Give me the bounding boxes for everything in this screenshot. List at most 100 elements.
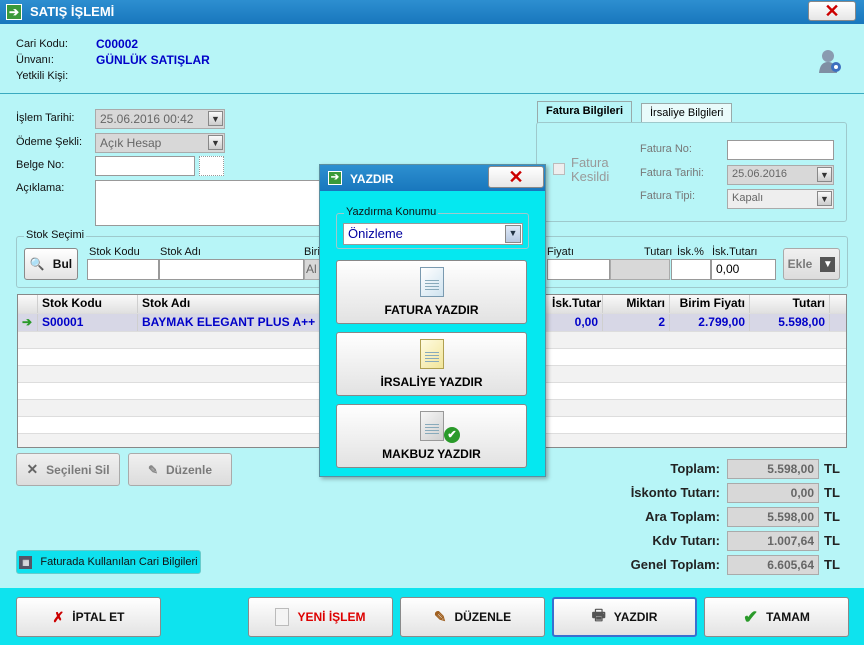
row-arrow-icon: ➔: [18, 314, 38, 331]
currency-label: TL: [824, 557, 840, 572]
cari-bilgileri-button[interactable]: ▦ Faturada Kullanılan Cari Bilgileri: [16, 550, 201, 574]
dialog-title: YAZDIR: [350, 172, 394, 186]
ekle-button[interactable]: Ekle ▼: [783, 248, 840, 280]
birim-select[interactable]: Al: [304, 259, 320, 280]
tab-fatura-bilgileri[interactable]: Fatura Bilgileri: [537, 101, 633, 123]
belge-label: Belge No:: [16, 159, 65, 171]
tutari-field: [610, 259, 670, 280]
fatura-no-label: Fatura No:: [640, 143, 692, 155]
fiyati-label: Fiyatı: [547, 246, 574, 258]
user-icon[interactable]: [818, 48, 842, 74]
fiyati-field[interactable]: [547, 259, 610, 280]
genel-toplam-label: Genel Toplam:: [630, 557, 720, 572]
belge-no-field[interactable]: [95, 156, 195, 176]
stok-kodu-label: Stok Kodu: [89, 246, 140, 258]
iskonto-value: 0,00: [727, 483, 819, 503]
fatura-kesildi-label: Fatura Kesildi: [571, 155, 610, 184]
islem-tarihi-value: 25.06.2016 00:42: [100, 112, 194, 126]
odeme-value: Açık Hesap: [100, 136, 162, 150]
arrow-down-icon: ▼: [820, 256, 836, 272]
col-header-miktari[interactable]: Miktarı: [603, 295, 670, 313]
stok-adi-field[interactable]: [159, 259, 304, 280]
chevron-down-icon[interactable]: ▼: [208, 111, 223, 126]
window-titlebar: ➔ SATIŞ İŞLEMİ: [0, 0, 864, 24]
cell-tutari[interactable]: 5.598,00: [750, 314, 830, 331]
chevron-down-icon[interactable]: ▼: [817, 191, 832, 206]
chevron-down-icon[interactable]: ▼: [208, 135, 223, 150]
unvan-value: GÜNLÜK SATIŞLAR: [96, 53, 210, 67]
yazdir-button[interactable]: 🖶 YAZDIR: [552, 597, 697, 637]
iptal-label: İPTAL ET: [72, 610, 125, 624]
fatura-yazdir-button[interactable]: FATURA YAZDIR: [336, 260, 527, 324]
isk-tutari-field[interactable]: 0,00: [711, 259, 776, 280]
duzenle-row-button[interactable]: ✎ Düzenle: [128, 453, 232, 486]
col-header-tutari[interactable]: Tutarı: [750, 295, 830, 313]
col-header-stok-adi[interactable]: Stok Adı: [138, 295, 320, 313]
kdv-value: 1.007,64: [727, 531, 819, 551]
genel-toplam-value: 6.605,64: [727, 555, 819, 575]
fatura-kesildi-checkbox[interactable]: [553, 163, 565, 175]
odeme-select[interactable]: Açık Hesap ▼: [95, 133, 225, 153]
fatura-no-field[interactable]: [727, 140, 834, 160]
yazdir-dialog: ➔ YAZDIR ✕ Yazdırma Konumu Önizleme ▼ FA…: [319, 164, 546, 477]
yetkili-label: Yetkili Kişi:: [16, 70, 69, 82]
x-icon: ✕: [26, 461, 39, 477]
cancel-doc-icon: ✗: [52, 608, 65, 625]
konum-value: Önizleme: [348, 226, 403, 241]
fatura-tipi-value: Kapalı: [732, 192, 764, 204]
waybill-doc-icon: [419, 339, 444, 369]
cell-miktari[interactable]: 2: [603, 314, 670, 331]
bul-label: Bul: [52, 257, 73, 271]
unvan-label: Ünvanı:: [16, 54, 54, 66]
window-close-button[interactable]: ✕: [808, 1, 856, 21]
currency-label: TL: [824, 485, 840, 500]
yeni-islem-button[interactable]: YENİ İŞLEM: [248, 597, 393, 637]
sil-label: Seçileni Sil: [46, 462, 110, 477]
isk-pct-label: İsk.%: [677, 246, 704, 258]
duzenle-button[interactable]: ✎ DÜZENLE: [400, 597, 545, 637]
konum-select[interactable]: Önizleme ▼: [343, 223, 523, 245]
irsaliye-yazdir-label: İRSALİYE YAZDIR: [380, 375, 483, 389]
col-header-isk-tutari[interactable]: İsk.Tutarı: [548, 295, 603, 313]
close-icon: ✕: [508, 167, 524, 187]
arrow-right-icon: ➔: [328, 171, 342, 185]
col-header-birim-fiyati[interactable]: Birim Fiyatı: [670, 295, 750, 313]
fatura-tipi-label: Fatura Tipi:: [640, 190, 696, 202]
iskonto-label: İskonto Tutarı:: [630, 485, 720, 500]
stok-kodu-field[interactable]: [87, 259, 159, 280]
cari-kodu-label: Cari Kodu:: [16, 38, 68, 50]
cell-stok-adi[interactable]: BAYMAK ELEGANT PLUS A++: [138, 314, 320, 331]
grid-header-indicator: [18, 295, 38, 313]
col-header-stok-kodu[interactable]: Stok Kodu: [38, 295, 138, 313]
chevron-down-icon[interactable]: ▼: [817, 167, 832, 182]
tamam-button[interactable]: ✔ TAMAM: [704, 597, 849, 637]
toplam-value: 5.598,00: [727, 459, 819, 479]
makbuz-yazdir-button[interactable]: ✔ MAKBUZ YAZDIR: [336, 404, 527, 468]
receipt-doc-icon: [419, 411, 444, 441]
kdv-label: Kdv Tutarı:: [652, 533, 720, 548]
bul-button[interactable]: 🔍 Bul: [24, 248, 78, 280]
fatura-tipi-select[interactable]: Kapalı ▼: [727, 189, 834, 209]
cell-stok-kodu[interactable]: S00001: [38, 314, 138, 331]
duzenle-row-label: Düzenle: [166, 462, 213, 477]
check-badge-icon: ✔: [444, 427, 460, 443]
fatura-tarihi-field[interactable]: 25.06.2016 ▼: [727, 165, 834, 185]
duzenle-label: DÜZENLE: [454, 610, 512, 624]
cell-isk-tutari[interactable]: 0,00: [548, 314, 603, 331]
cari-bilgileri-label: Faturada Kullanılan Cari Bilgileri: [40, 556, 198, 568]
islem-tarihi-field[interactable]: 25.06.2016 00:42 ▼: [95, 109, 225, 129]
yazdir-label: YAZDIR: [613, 610, 658, 624]
checkmark-icon: ✔: [743, 606, 759, 627]
secileni-sil-button[interactable]: ✕ Seçileni Sil: [16, 453, 120, 486]
iptal-button[interactable]: ✗ İPTAL ET: [16, 597, 161, 637]
irsaliye-yazdir-button[interactable]: İRSALİYE YAZDIR: [336, 332, 527, 396]
isk-pct-field[interactable]: [671, 259, 711, 280]
dialog-close-button[interactable]: ✕: [488, 166, 544, 188]
aciklama-field[interactable]: [95, 180, 321, 226]
belge-no-helper[interactable]: [199, 156, 224, 176]
currency-label: TL: [824, 533, 840, 548]
tab-irsaliye-bilgileri[interactable]: İrsaliye Bilgileri: [641, 103, 733, 123]
pencil-icon: ✎: [147, 462, 159, 477]
cell-birim-fiyati[interactable]: 2.799,00: [670, 314, 750, 331]
chevron-down-icon[interactable]: ▼: [505, 225, 521, 243]
